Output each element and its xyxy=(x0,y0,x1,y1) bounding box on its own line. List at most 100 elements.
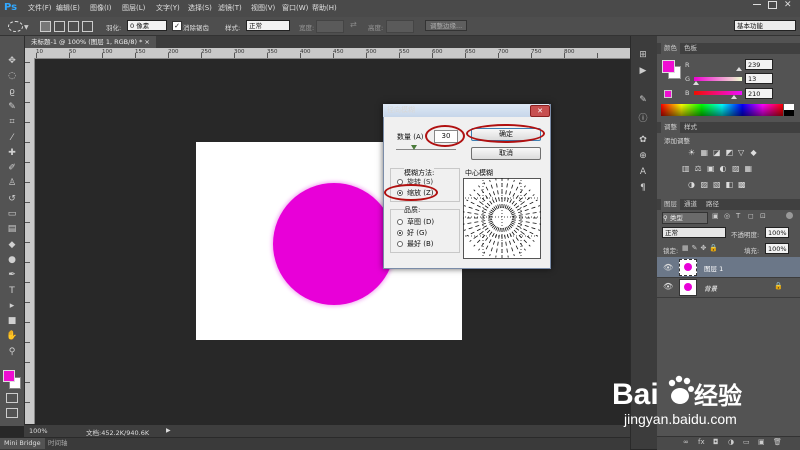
style-select[interactable]: 正常 xyxy=(246,20,290,31)
filter-toggle-icon[interactable] xyxy=(786,212,793,219)
blur-center-preview[interactable] xyxy=(463,178,541,259)
adjustment-icon[interactable]: ▨ xyxy=(732,164,740,173)
healing-brush-icon[interactable]: ✚ xyxy=(5,148,19,159)
fill-input[interactable]: 100% xyxy=(765,243,789,254)
tool-preset-chevron-icon[interactable]: ▼ xyxy=(24,24,29,31)
move-tool-icon[interactable]: ✥ xyxy=(5,56,19,67)
blue-slider-thumb[interactable] xyxy=(730,95,737,99)
dodge-tool-icon[interactable]: ● xyxy=(5,255,19,266)
clone-stamp-icon[interactable]: ♙ xyxy=(5,178,19,189)
good-radio[interactable] xyxy=(397,230,403,236)
green-value-input[interactable]: 13 xyxy=(745,73,773,84)
adjustment-icon[interactable]: ◑ xyxy=(688,180,695,189)
crop-tool-icon[interactable]: ⌗ xyxy=(5,117,19,128)
layer-kind-filter[interactable]: ⚲ 类型 xyxy=(662,212,708,224)
dialog-titlebar[interactable]: 径向模糊 xyxy=(383,104,549,117)
add-selection-icon[interactable] xyxy=(54,21,65,32)
green-slider[interactable] xyxy=(694,77,742,81)
pen-tool-icon[interactable]: ✒ xyxy=(5,270,19,281)
adjustment-icon[interactable]: ◧ xyxy=(726,180,734,189)
tab-swatches[interactable]: 色板 xyxy=(684,43,697,54)
character-icon[interactable]: A xyxy=(636,167,650,177)
layer1-name[interactable]: 图层 1 xyxy=(704,263,723,273)
layer-footer-icon[interactable]: fx xyxy=(698,438,705,446)
layer-filter-icon[interactable]: ◎ xyxy=(724,212,730,220)
menu-image[interactable]: 图像(I) xyxy=(90,3,112,13)
red-slider[interactable] xyxy=(694,63,742,67)
zoom-level[interactable]: 100% xyxy=(29,427,48,435)
menu-view[interactable]: 视图(V) xyxy=(251,3,275,13)
visibility-eye-icon[interactable]: 👁 xyxy=(663,282,673,291)
adjustment-icon[interactable]: ◪ xyxy=(713,148,721,157)
adjustment-icon[interactable]: ◐ xyxy=(720,164,727,173)
close-tab-icon[interactable]: × xyxy=(144,38,149,46)
adjustment-icon[interactable]: ◆ xyxy=(751,148,757,157)
tab-layers[interactable]: 图层 xyxy=(661,199,680,210)
workspace-select[interactable]: 基本功能 xyxy=(734,20,796,31)
background-layer-name[interactable]: 背景 xyxy=(704,283,717,293)
layer-filter-icon[interactable]: ⊡ xyxy=(760,212,766,220)
subtract-selection-icon[interactable] xyxy=(68,21,79,32)
red-slider-thumb[interactable] xyxy=(735,67,742,71)
tab-styles[interactable]: 样式 xyxy=(684,122,697,133)
layer-footer-icon[interactable]: ◑ xyxy=(728,438,734,446)
menu-help[interactable]: 帮助(H) xyxy=(312,3,337,13)
menu-edit[interactable]: 编辑(E) xyxy=(56,3,80,13)
layer-filter-icon[interactable]: ◻ xyxy=(748,212,754,220)
menu-type[interactable]: 文字(Y) xyxy=(156,3,180,13)
tab-paths[interactable]: 路径 xyxy=(706,199,719,210)
marquee-tool-icon[interactable]: ◌ xyxy=(5,71,19,82)
adjustment-icon[interactable]: ▦ xyxy=(745,164,753,173)
lasso-tool-icon[interactable]: ϱ xyxy=(5,87,19,98)
layer-filter-icon[interactable]: ▣ xyxy=(712,212,719,220)
menu-layer[interactable]: 图层(L) xyxy=(122,3,145,13)
hand-tool-icon[interactable]: ✋ xyxy=(5,331,19,342)
menu-select[interactable]: 选择(S) xyxy=(188,3,212,13)
height-input[interactable] xyxy=(386,20,414,33)
swap-icon[interactable]: ⇄ xyxy=(350,20,357,29)
visibility-eye-icon[interactable]: 👁 xyxy=(663,263,673,272)
color-spectrum-ramp[interactable] xyxy=(661,104,783,116)
opacity-input[interactable]: 100% xyxy=(765,227,789,238)
gradient-tool-icon[interactable]: ▤ xyxy=(5,224,19,235)
shape-tool-icon[interactable]: ■ xyxy=(5,316,19,327)
feather-input[interactable]: 0 像素 xyxy=(127,20,167,31)
adjustment-icon[interactable]: ▣ xyxy=(707,164,715,173)
quick-select-icon[interactable]: ✎ xyxy=(5,102,19,113)
best-radio[interactable] xyxy=(397,241,403,247)
zoom-tool-icon[interactable]: ⚲ xyxy=(5,347,19,358)
antialias-checkbox[interactable]: ✓ xyxy=(172,21,182,31)
tab-timeline[interactable]: 时间轴 xyxy=(44,438,72,449)
tab-color[interactable]: 颜色 xyxy=(661,43,680,54)
document-tab[interactable]: 未标题-1 @ 100% (图层 1, RGB/8) * × xyxy=(25,36,156,48)
tab-channels[interactable]: 通道 xyxy=(684,199,697,210)
adjustment-icon[interactable]: ☀ xyxy=(688,148,695,157)
brush-panel-icon[interactable]: ✿ xyxy=(636,135,650,145)
adjustment-icon[interactable]: ▦ xyxy=(701,148,709,157)
blue-value-input[interactable]: 210 xyxy=(745,88,773,99)
cancel-button[interactable]: 取消 xyxy=(471,147,541,160)
tab-mini-bridge[interactable]: Mini Bridge xyxy=(0,438,45,449)
clone-source-icon[interactable]: ⊕ xyxy=(636,151,650,161)
path-select-icon[interactable]: ▸ xyxy=(5,301,19,312)
red-value-input[interactable]: 239 xyxy=(745,59,773,70)
minimize-icon[interactable] xyxy=(753,4,761,5)
info-icon[interactable]: ⓘ xyxy=(636,111,650,124)
screen-mode-icon[interactable] xyxy=(6,408,18,418)
blend-mode-select[interactable]: 正常 xyxy=(662,227,726,238)
refine-edge-button[interactable]: 调整边缘... xyxy=(425,20,468,31)
restore-icon[interactable] xyxy=(768,1,777,9)
tab-adjustments[interactable]: 调整 xyxy=(661,122,680,133)
layer-footer-icon[interactable]: ∞ xyxy=(683,438,689,446)
layer-footer-icon[interactable]: ◘ xyxy=(713,438,719,446)
menu-window[interactable]: 窗口(W) xyxy=(282,3,308,13)
green-slider-thumb[interactable] xyxy=(693,81,700,85)
web-safe-warning-icon[interactable] xyxy=(664,90,672,98)
elliptical-marquee-icon[interactable] xyxy=(8,21,23,32)
adjustment-icon[interactable]: ▧ xyxy=(713,180,721,189)
brush-tool-icon[interactable]: ✐ xyxy=(5,163,19,174)
adjustment-icon[interactable]: ▥ xyxy=(682,164,690,173)
menu-file[interactable]: 文件(F) xyxy=(28,3,52,13)
eyedropper-icon[interactable]: ⁄ xyxy=(5,133,19,144)
amount-slider-track[interactable] xyxy=(396,149,456,150)
